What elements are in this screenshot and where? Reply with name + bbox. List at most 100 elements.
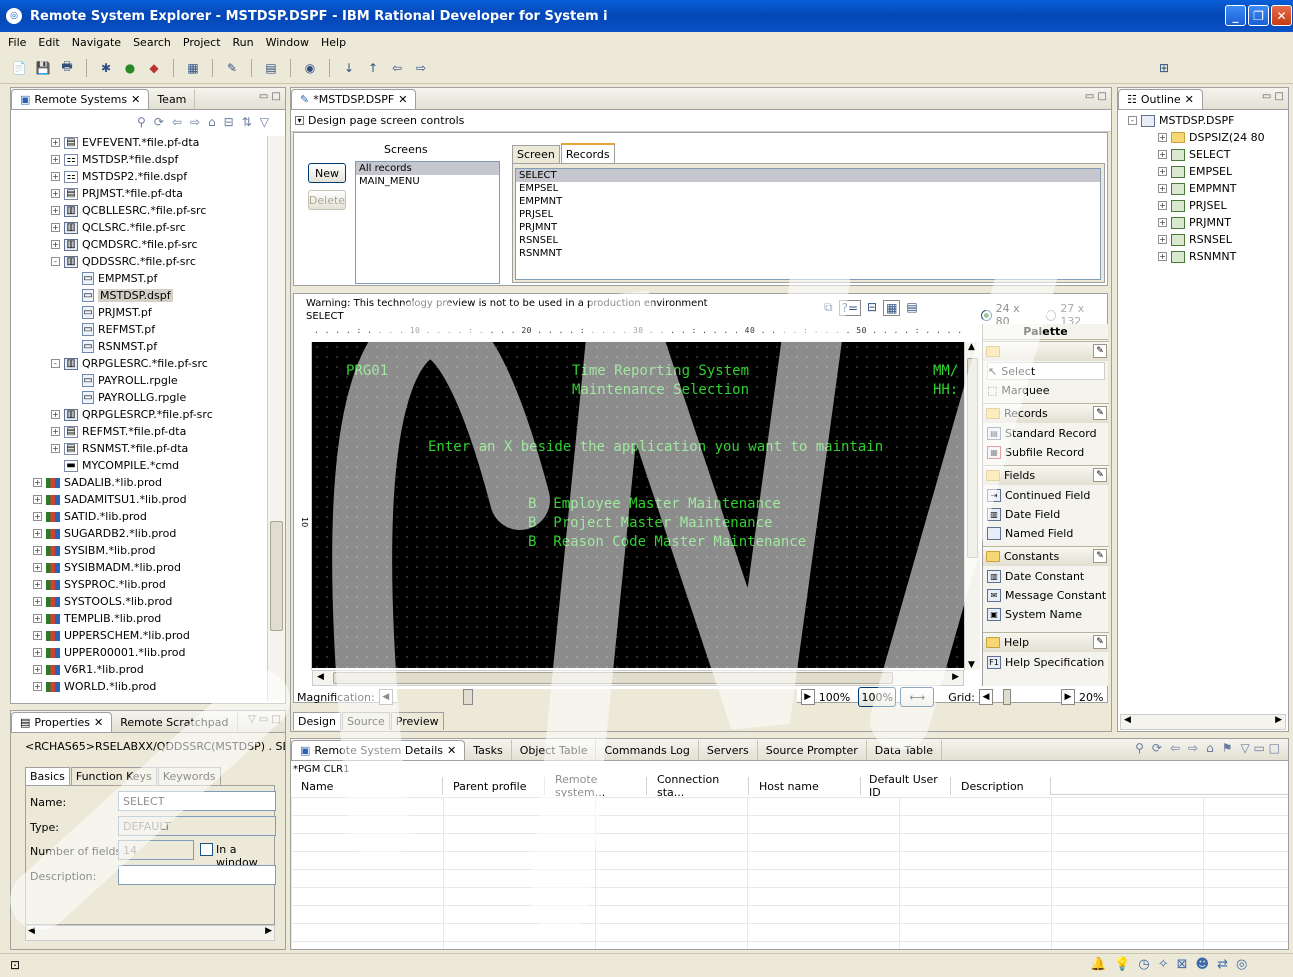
next-annotation-icon[interactable]: ↓ [340,59,358,77]
home-icon[interactable]: ⌂ [1206,741,1214,755]
view-min-max-icon[interactable]: ▽ ▭ □ [248,714,281,725]
tree-item[interactable]: + WORLD.*lib.prod [33,678,156,695]
outline-hscrollbar[interactable]: ◀ ▶ [1120,714,1286,730]
save-icon[interactable]: 💾 [34,59,52,77]
tab-outline[interactable]: ☷ Outline ✕ [1118,89,1203,109]
tab-records[interactable]: Records [560,143,615,163]
outline-item[interactable]: + DSPSIZ(24 80 [1158,129,1265,146]
outline-root[interactable]: - MSTDSP.DSPF [1128,112,1234,129]
pin-icon[interactable]: ✎ [1093,635,1107,649]
menu-project[interactable]: Project [177,36,227,49]
tree-item[interactable]: + ⚏ MSTDSP2.*file.dspf [51,168,187,185]
expand-icon[interactable]: + [33,580,42,589]
program-name-field[interactable]: PRG01 [346,363,388,379]
palette-named-field[interactable]: Named Field [987,524,1073,542]
globe-icon[interactable]: ◎ [1236,957,1247,972]
close-icon[interactable]: ✕ [131,93,140,106]
column-description[interactable]: Description [951,777,1051,795]
expand-icon[interactable]: + [33,512,42,521]
size-24x80-radio[interactable] [981,309,992,321]
grid-slider[interactable] [997,689,1057,705]
tab-basics[interactable]: Basics [25,767,70,785]
expand-icon[interactable]: + [33,614,42,623]
tab-commands-log[interactable]: Commands Log [596,740,699,760]
tree-item[interactable]: + SADAMITSU1.*lib.prod [33,491,187,508]
description-field[interactable] [118,865,276,885]
tree-item[interactable]: + ▥ QCBLLESRC.*file.pf-src [51,202,206,219]
tab-remote-scratchpad[interactable]: Remote Scratchpad [112,712,238,732]
expand-icon[interactable]: + [51,240,60,249]
palette-help-drawer[interactable]: Help ✎ [983,632,1109,652]
zoom-out-button[interactable]: ◀ [378,689,393,705]
tree-item[interactable]: + SYSIBM.*lib.prod [33,542,156,559]
option-reason-code[interactable]: B Reason Code Master Maintenance [528,534,806,550]
type-field[interactable]: DEFAULT [118,816,276,836]
perspective-icon[interactable]: ⊞ [1155,59,1173,77]
tree-item[interactable]: + SATID.*lib.prod [33,508,147,525]
record-item[interactable]: RSNSEL [516,234,1100,247]
view-min-max-icon[interactable]: ▭ □ [1085,91,1107,102]
new-icon[interactable]: 📄 [10,59,28,77]
tab-source-prompter[interactable]: Source Prompter [758,740,867,760]
close-icon[interactable]: ✕ [398,93,407,106]
tree-item[interactable]: + SUGARDB2.*lib.prod [33,525,176,542]
record-item[interactable]: RSNMNT [516,247,1100,260]
tab-source[interactable]: Source [341,712,390,730]
expand-icon[interactable]: + [51,189,60,198]
palette-continued-field[interactable]: ⇥ Continued Field [987,486,1090,504]
refresh-icon[interactable]: ⟳ [1152,741,1162,755]
expand-icon[interactable]: + [51,223,60,232]
refresh-icon[interactable]: ⟳ [154,115,164,129]
tab-keywords[interactable]: Keywords [157,767,221,785]
fit-width-button[interactable]: ⟷ [900,687,935,707]
record-item[interactable]: PRJMNT [516,221,1100,234]
column-host-name[interactable]: Host name [749,777,861,795]
palette-fields-drawer[interactable]: Fields ✎ [983,465,1109,485]
palette-message-constant[interactable]: ✉ Message Constant [987,586,1106,604]
expand-icon[interactable]: + [1158,218,1167,227]
palette-help-specification[interactable]: F1 Help Specification [987,653,1104,671]
collapse-icon[interactable]: ▾ [295,116,304,125]
tree-item[interactable]: + ▥ QCMDSRC.*file.pf-src [51,236,198,253]
record-item[interactable]: SELECT [516,169,1100,182]
properties-hscrollbar[interactable]: ◀ ▶ [25,925,275,941]
tree-item[interactable]: - ▥ QDDSSRC.*file.pf-src [51,253,196,270]
column-remote-system[interactable]: Remote system... [545,773,647,799]
screen-design-canvas[interactable]: PRG01 Time Reporting System Maintenance … [312,342,964,668]
expand-icon[interactable]: + [51,138,60,147]
palette-standard-record[interactable]: ▤ Standard Record [987,424,1097,442]
design-section-header[interactable]: ▾ Design page screen controls [291,110,1111,132]
collapse-icon[interactable]: - [1128,116,1137,125]
expand-icon[interactable]: + [51,172,60,181]
menu-edit[interactable]: Edit [32,36,65,49]
copy-icon[interactable]: ⧉ [824,300,833,316]
pin-icon[interactable]: ✎ [1093,468,1107,482]
globe-icon[interactable]: ◉ [301,59,319,77]
star-icon[interactable]: ✧ [1158,957,1169,972]
field-names-icon[interactable]: ?= [838,300,862,316]
open-type-icon[interactable]: ▦ [184,59,202,77]
close-icon[interactable]: ✕ [94,716,103,729]
pin-icon[interactable]: ⚑ [1222,741,1233,755]
view-menu-icon[interactable]: ▽ ▭ □ [1240,741,1280,755]
forward-icon[interactable]: ⇨ [190,115,200,129]
palette-marquee-tool[interactable]: ⬚ Marquee [987,381,1049,399]
zoom-100-button[interactable]: 100% [858,687,897,707]
column-connection-status[interactable]: Connection sta... [647,773,749,799]
tree-item[interactable]: ▭ REFMST.pf [82,321,155,338]
expand-icon[interactable]: + [1158,150,1167,159]
fast-view-icon[interactable]: ⊡ [10,958,20,972]
tree-item[interactable]: ▭ PAYROLL.rpgle [82,372,178,389]
expand-icon[interactable]: + [1158,201,1167,210]
tree-item[interactable]: ▭ PAYROLLG.rpgle [82,389,186,406]
tab-design[interactable]: Design [293,712,341,730]
expand-icon[interactable]: + [1158,133,1167,142]
palette-subfile-record[interactable]: ▦ Subfile Record [987,443,1084,461]
tree-item[interactable]: + SADALIB.*lib.prod [33,474,162,491]
expand-icon[interactable]: + [33,648,42,657]
tab-function-keys[interactable]: Function Keys [70,767,157,785]
option-employee[interactable]: B Employee Master Maintenance [528,496,781,512]
debug-icon[interactable]: ✱ [97,59,115,77]
link-icon[interactable]: ⇅ [242,115,252,129]
tree-item[interactable]: + ▥ QCLSRC.*file.pf-src [51,219,186,236]
